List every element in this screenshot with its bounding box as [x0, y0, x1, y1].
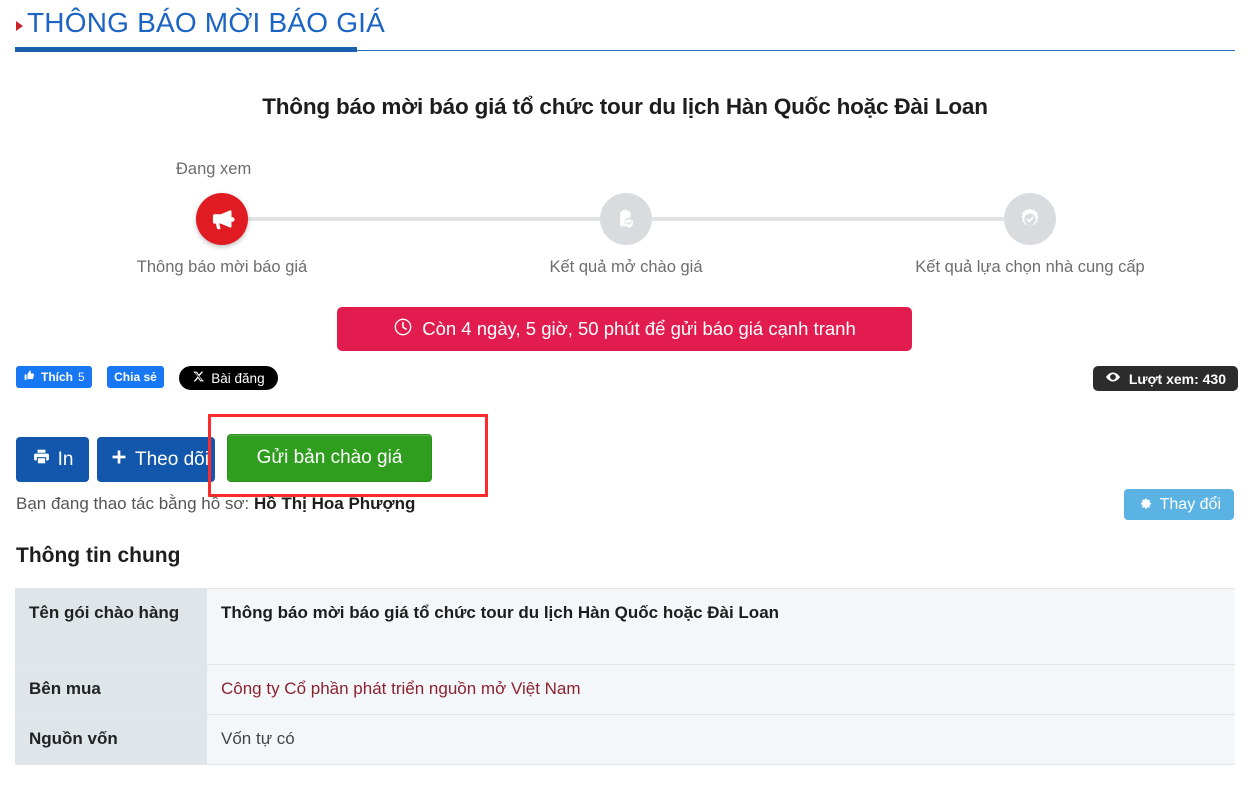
table-row: Tên gói chào hàng Thông báo mời báo giá …: [15, 588, 1235, 665]
active-profile-text: Bạn đang thao tác bằng hồ sơ: Hồ Thị Hoa…: [16, 494, 415, 514]
social-buttons: Thích 5 Chia sẻ Bài đăng: [16, 366, 278, 392]
general-info-table: Tên gói chào hàng Thông báo mời báo giá …: [15, 588, 1235, 765]
change-profile-button[interactable]: Thay đổi: [1123, 489, 1234, 520]
clock-icon: [393, 317, 413, 342]
page-header: THÔNG BÁO MỜI BÁO GIÁ: [0, 0, 1250, 54]
facebook-like-label: Thích: [41, 370, 73, 384]
table-row-key: Bên mua: [15, 664, 207, 715]
award-badge-icon: [1017, 206, 1043, 232]
printer-icon: [32, 447, 51, 472]
header-divider-accent: [15, 47, 357, 52]
general-info-heading: Thông tin chung: [16, 544, 181, 567]
facebook-share-button[interactable]: Chia sẻ: [107, 366, 164, 388]
stepper-label-3: Kết quả lựa chọn nhà cung cấp: [915, 258, 1145, 276]
follow-button[interactable]: Theo dõi: [97, 437, 215, 482]
stepper-label-2: Kết quả mở chào giá: [549, 258, 703, 276]
follow-label: Theo dõi: [135, 448, 209, 470]
x-post-label: Bài đăng: [211, 370, 265, 386]
table-row-value[interactable]: Công ty Cổ phần phát triển nguồn mở Việt…: [207, 664, 1235, 715]
table-row: Nguồn vốn Vốn tự có: [15, 713, 1235, 765]
stepper-node-1[interactable]: [196, 193, 248, 245]
thumbs-up-icon: [23, 369, 36, 385]
table-row-key: Tên gói chào hàng: [15, 588, 207, 665]
stepper-node-3[interactable]: [1004, 193, 1056, 245]
stepper-viewing-label: Đang xem: [176, 160, 252, 178]
progress-stepper: Đang xem Thông báo mời báo giá Kết quả m…: [0, 160, 1250, 285]
page-root: THÔNG BÁO MỜI BÁO GIÁ Thông báo mời báo …: [0, 0, 1250, 788]
megaphone-icon: [209, 206, 236, 233]
plus-icon: [110, 448, 128, 472]
view-count-label: Lượt xem: 430: [1128, 370, 1226, 387]
active-profile-prefix: Bạn đang thao tác bằng hồ sơ:: [16, 494, 250, 513]
change-profile-label: Thay đổi: [1159, 495, 1221, 513]
facebook-share-label: Chia sẻ: [114, 370, 157, 384]
table-row-value: Thông báo mời báo giá tổ chức tour du lị…: [207, 588, 1235, 665]
stepper-label-1: Thông báo mời báo giá: [136, 258, 308, 276]
facebook-like-count: 5: [78, 370, 85, 384]
page-title: THÔNG BÁO MỜI BÁO GIÁ: [27, 7, 386, 38]
send-quote-button[interactable]: Gửi bản chào giá: [227, 434, 432, 482]
header-arrow-icon: [16, 21, 23, 31]
print-label: In: [57, 448, 74, 470]
clipboard-check-icon: [614, 207, 639, 232]
gear-icon: [1137, 494, 1153, 515]
stepper-node-2[interactable]: [600, 193, 652, 245]
send-quote-label: Gửi bản chào giá: [256, 447, 403, 468]
x-logo-icon: [192, 370, 205, 386]
notice-title: Thông báo mời báo giá tổ chức tour du lị…: [262, 94, 988, 119]
stepper-connector-1: [246, 217, 606, 221]
active-profile-name: Hồ Thị Hoa Phượng: [254, 494, 416, 513]
table-row-key: Nguồn vốn: [15, 713, 207, 765]
table-row-value: Vốn tự có: [207, 713, 1235, 765]
table-row: Bên mua Công ty Cổ phần phát triển nguồn…: [15, 664, 1235, 715]
countdown-text: Còn 4 ngày, 5 giờ, 50 phút để gửi báo gi…: [422, 318, 856, 339]
facebook-like-button[interactable]: Thích 5: [16, 366, 92, 388]
view-count-badge: Lượt xem: 430: [1092, 366, 1238, 391]
x-post-button[interactable]: Bài đăng: [179, 366, 278, 390]
print-button[interactable]: In: [16, 437, 89, 482]
stepper-connector-2: [650, 217, 1010, 221]
countdown-banner: Còn 4 ngày, 5 giờ, 50 phút để gửi báo gi…: [337, 307, 912, 351]
eye-icon: [1105, 369, 1121, 388]
